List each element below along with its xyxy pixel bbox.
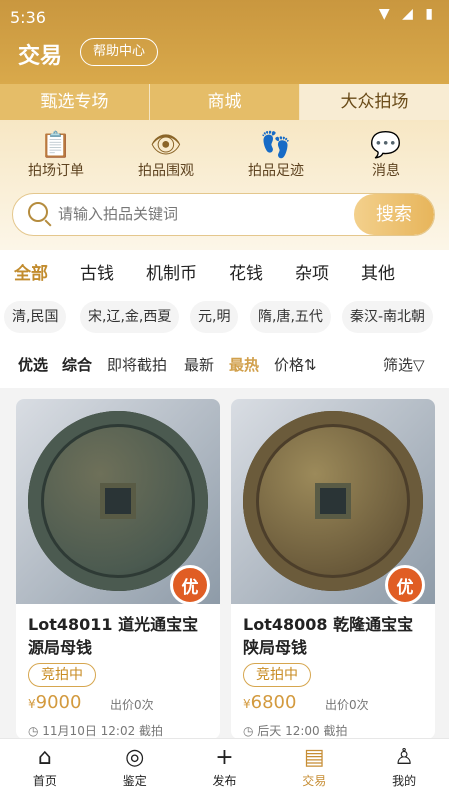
coin-image-2: [243, 411, 423, 591]
status-icons: ▼ ◢ ▮: [378, 6, 437, 22]
nav-publish[interactable]: + 发布: [180, 739, 270, 800]
nav-profile-label: 我的: [392, 774, 417, 788]
bid-count: 出价0次: [110, 698, 154, 712]
end-time: ◷ 后天 12:00 截拍: [243, 724, 348, 738]
dynasty-filter: 清,民国 宋,辽,金,西夏 元,明 隋,唐,五代 秦汉-南北朝: [0, 292, 449, 340]
messages-label: 消息: [372, 163, 400, 179]
sort-preferred[interactable]: 优选: [18, 354, 48, 375]
category-flower-coins[interactable]: 花钱: [229, 259, 263, 284]
nav-home-label: 首页: [32, 774, 57, 788]
coin-hole: [100, 483, 136, 519]
top-header: 5:36 ▼ ◢ ▮ 交易 帮助中心: [0, 0, 449, 84]
tab-public-auction[interactable]: 大众拍场: [300, 84, 449, 120]
auction-status: 竞拍中: [28, 663, 96, 687]
dynasty-chip[interactable]: 元,明: [190, 301, 239, 333]
coin-image-1: [28, 411, 208, 591]
price-value: 9000: [35, 692, 82, 713]
messages-button[interactable]: 💬 消息: [338, 130, 434, 180]
tab-featured[interactable]: 甄选专场: [0, 84, 150, 120]
coin-image: 优: [16, 399, 220, 605]
end-time: ◷ 11月10日 12:02 截拍: [28, 724, 164, 738]
category-ancient-coins[interactable]: 古钱: [80, 259, 114, 284]
nav-appraise[interactable]: ◎ 鉴定: [90, 739, 180, 800]
footprints-label: 拍品足迹: [248, 163, 304, 179]
footprints-button[interactable]: 👣 拍品足迹: [228, 130, 324, 180]
lot-title: Lot48008 乾隆通宝宝陕局母钱: [243, 615, 414, 657]
sort-hottest[interactable]: 最热: [229, 354, 259, 375]
quality-badge: 优: [385, 565, 425, 605]
store-icon: ▤: [303, 745, 325, 770]
category-all[interactable]: 全部: [14, 259, 48, 284]
nav-profile[interactable]: ♙ 我的: [359, 739, 449, 800]
market-tabs: 甄选专场 商城 大众拍场: [0, 84, 449, 120]
price: ¥6800: [243, 692, 296, 713]
quality-badge: 优: [170, 565, 210, 605]
currency-symbol: ¥: [28, 697, 36, 711]
home-icon: ⌂: [37, 745, 52, 770]
category-other[interactable]: 其他: [361, 259, 395, 284]
search-icon: [28, 202, 48, 222]
message-icon: 💬: [370, 130, 402, 159]
category-miscellaneous[interactable]: 杂项: [295, 259, 329, 284]
sort-latest[interactable]: 最新: [184, 354, 214, 375]
sort-price[interactable]: 价格⇅: [274, 354, 317, 375]
nav-trade-label: 交易: [302, 774, 327, 788]
magnifier-icon: ◎: [125, 745, 145, 770]
auction-status: 竞拍中: [243, 663, 311, 687]
coin-image: 优: [231, 399, 435, 605]
filter-button[interactable]: 筛选▽: [383, 354, 425, 375]
order-icon: 📋: [40, 130, 72, 159]
dynasty-chip[interactable]: 宋,辽,金,西夏: [80, 301, 180, 333]
nav-publish-label: 发布: [212, 774, 237, 788]
page-title: 交易: [18, 44, 63, 69]
bottom-navigation: ⌂ 首页 ◎ 鉴定 + 发布 ▤ 交易 ♙ 我的: [0, 738, 449, 800]
price: ¥9000: [28, 692, 81, 713]
nav-appraise-label: 鉴定: [122, 774, 147, 788]
price-value: 6800: [250, 692, 297, 713]
search-button[interactable]: 搜索: [354, 194, 434, 235]
auction-orders-button[interactable]: 📋 拍场订单: [8, 130, 104, 180]
dynasty-chip[interactable]: 隋,唐,五代: [250, 301, 331, 333]
lot-card[interactable]: 优 Lot48011 道光通宝宝源局母钱 竞拍中 ¥9000 出价0次 ◷ 11…: [16, 399, 220, 739]
eye-icon: 👁: [150, 130, 182, 159]
search-bar: 请输入拍品关键词 搜索: [12, 193, 435, 236]
profile-icon: ♙: [394, 745, 414, 770]
bid-count: 出价0次: [325, 698, 369, 712]
category-tabs: 全部 古钱 机制币 花钱 杂项 其他: [0, 250, 449, 292]
tab-mall[interactable]: 商城: [150, 84, 300, 120]
lot-title: Lot48011 道光通宝宝源局母钱: [28, 615, 199, 657]
footprint-icon: 👣: [260, 130, 292, 159]
watch-items-label: 拍品围观: [138, 163, 194, 179]
lot-card[interactable]: 优 Lot48008 乾隆通宝宝陕局母钱 竞拍中 ¥6800 出价0次 ◷ 后天…: [231, 399, 435, 739]
plus-icon: +: [215, 745, 234, 770]
help-center-button[interactable]: 帮助中心: [80, 38, 158, 66]
watch-items-button[interactable]: 👁 拍品围观: [118, 130, 214, 180]
status-time: 5:36: [10, 8, 46, 27]
quick-panel: 📋 拍场订单 👁 拍品围观 👣 拍品足迹 💬 消息 请输入拍品关键词 搜索: [0, 120, 449, 250]
coin-hole: [315, 483, 351, 519]
currency-symbol: ¥: [243, 697, 251, 711]
search-input[interactable]: 请输入拍品关键词: [58, 194, 178, 235]
nav-trade[interactable]: ▤ 交易: [269, 739, 359, 800]
sort-bar: 优选 综合 即将截拍 最新 最热 价格⇅ 筛选▽: [0, 340, 449, 388]
category-machine-coins[interactable]: 机制币: [146, 259, 197, 284]
dynasty-chip[interactable]: 秦汉-南北朝: [342, 301, 434, 333]
sort-comprehensive[interactable]: 综合: [62, 354, 92, 375]
auction-orders-label: 拍场订单: [28, 163, 84, 179]
dynasty-chip[interactable]: 清,民国: [4, 301, 67, 333]
nav-home[interactable]: ⌂ 首页: [0, 739, 90, 800]
sort-ending-soon[interactable]: 即将截拍: [107, 354, 167, 375]
